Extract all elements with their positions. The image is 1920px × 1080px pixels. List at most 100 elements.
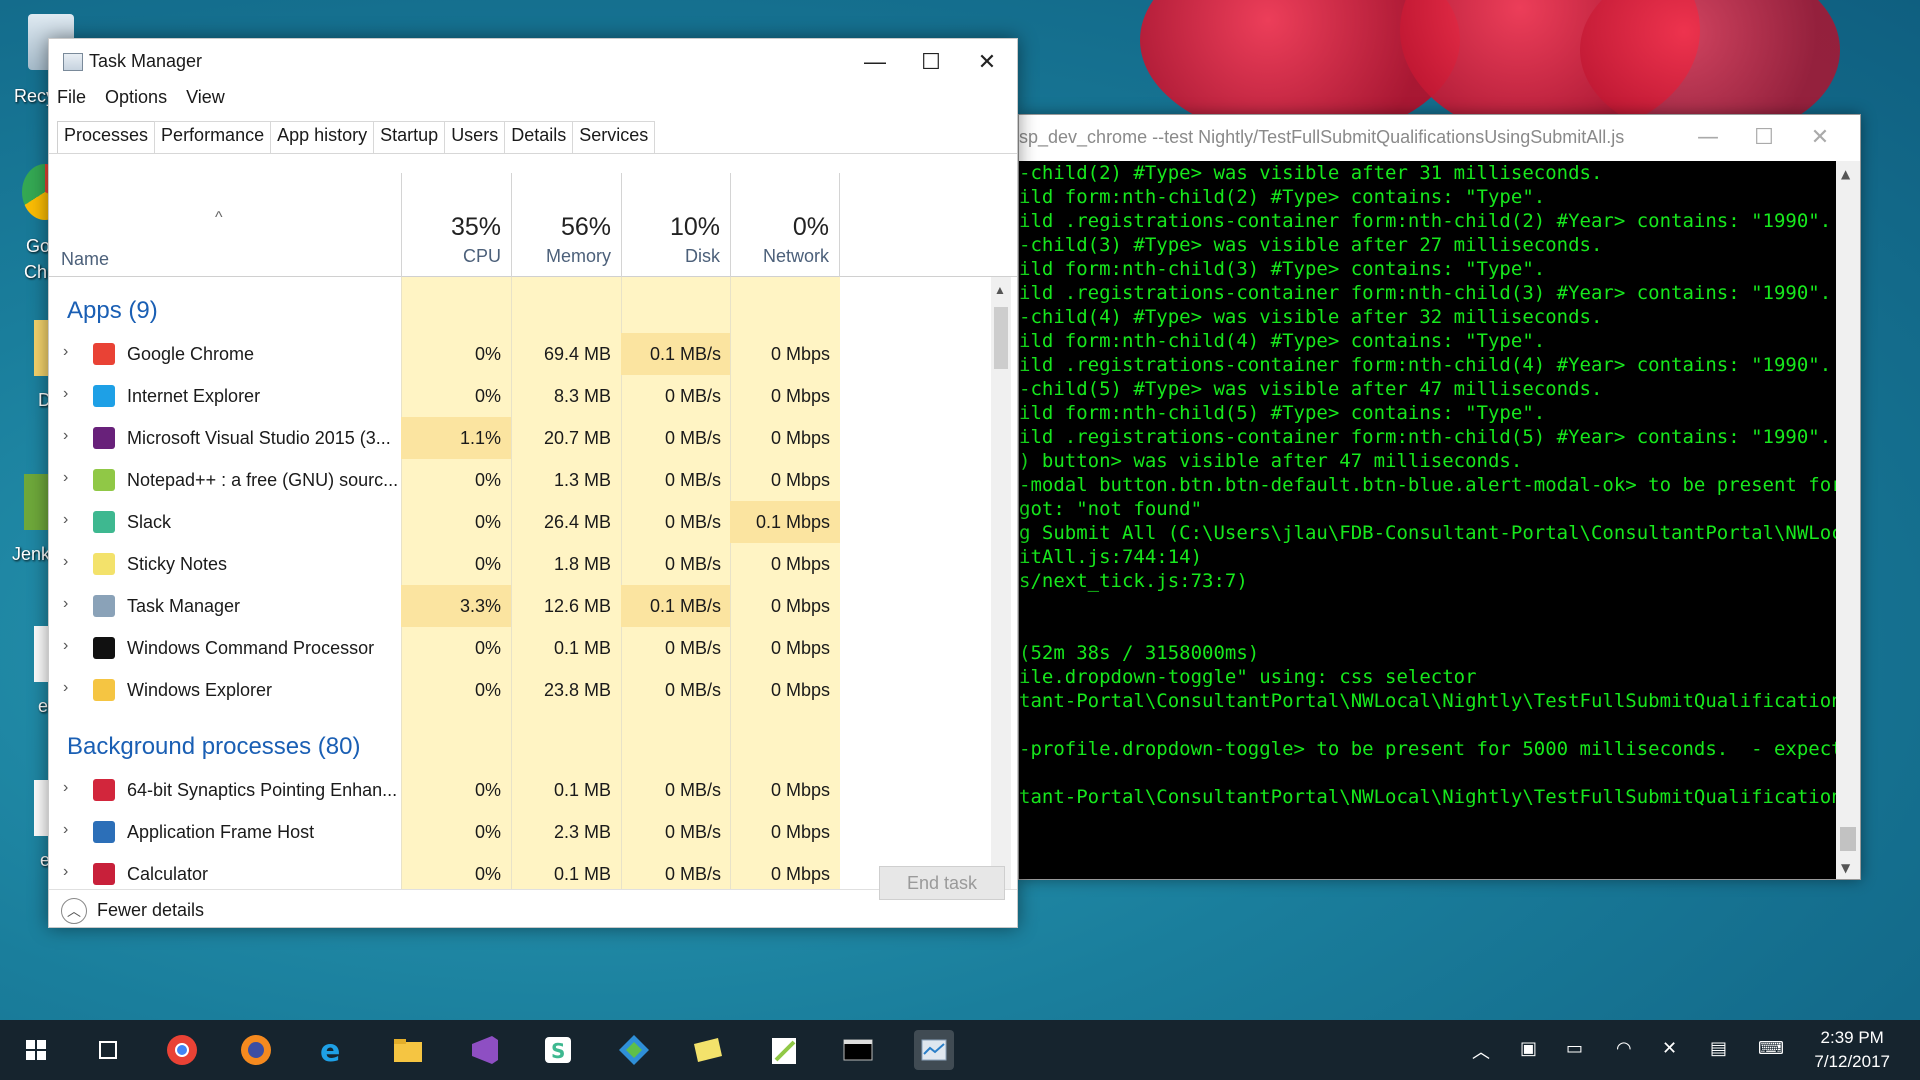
- tab-app-history[interactable]: App history: [270, 121, 375, 153]
- console-scroll-thumb[interactable]: [1840, 827, 1856, 851]
- task-view-button[interactable]: [88, 1030, 128, 1070]
- console-maximize-button[interactable]: ☐: [1736, 121, 1792, 155]
- taskbar-visual-studio[interactable]: [464, 1030, 504, 1070]
- process-memory: 0.1 MB: [553, 864, 611, 884]
- process-row[interactable]: › Microsoft Visual Studio 2015 (3... 1.1% 2…: [49, 417, 1000, 459]
- maximize-button[interactable]: ☐: [903, 45, 959, 79]
- expand-chevron-icon[interactable]: ›: [63, 679, 68, 697]
- console-title: sp_dev_chrome --test Nightly/TestFullSub…: [1019, 127, 1625, 147]
- column-disk[interactable]: 10% Disk: [621, 173, 730, 277]
- process-row[interactable]: › Internet Explorer 0% 8.3 MB 0 MB/s 0 Mbps: [49, 375, 1000, 417]
- taskbar-chrome[interactable]: [162, 1030, 202, 1070]
- disk-percent: 10%: [669, 213, 720, 241]
- expand-chevron-icon[interactable]: ›: [63, 511, 68, 529]
- group-background-header[interactable]: Background processes (80): [67, 733, 360, 761]
- scroll-up-icon[interactable]: ▲: [994, 283, 1006, 297]
- chrome-icon: [93, 343, 115, 365]
- process-row[interactable]: › Calculator 0% 0.1 MB 0 MB/s 0 Mbps: [49, 853, 1000, 889]
- expand-chevron-icon[interactable]: ›: [63, 469, 68, 487]
- process-row[interactable]: › Task Manager 3.3% 12.6 MB 0.1 MB/s 0 Mbps: [49, 585, 1000, 627]
- taskbar-task-manager[interactable]: [914, 1030, 954, 1070]
- close-button[interactable]: ✕: [959, 45, 1015, 79]
- expand-chevron-icon[interactable]: ›: [63, 863, 68, 881]
- menu-view[interactable]: View: [186, 87, 225, 107]
- battery-icon[interactable]: ▭: [1566, 1038, 1583, 1059]
- console-line: -child(4) #Type> was visible after 32 mi…: [1019, 306, 1603, 328]
- taskbar-notepadpp[interactable]: [764, 1030, 804, 1070]
- expand-chevron-icon[interactable]: ›: [63, 343, 68, 361]
- menu-options[interactable]: Options: [105, 87, 167, 107]
- expand-chevron-icon[interactable]: ›: [63, 427, 68, 445]
- process-name: Sticky Notes: [127, 554, 228, 574]
- taskbar-sourcetree[interactable]: [614, 1030, 654, 1070]
- keyboard-icon[interactable]: ⌨: [1758, 1038, 1784, 1059]
- column-name[interactable]: Name: [61, 249, 109, 270]
- wifi-icon[interactable]: ◠: [1616, 1038, 1632, 1059]
- expand-chevron-icon[interactable]: ›: [63, 821, 68, 839]
- process-row[interactable]: › 64-bit Synaptics Pointing Enhan... 0% 0.1…: [49, 769, 1000, 811]
- volume-muted-icon[interactable]: ✕: [1662, 1038, 1677, 1059]
- process-row[interactable]: › Slack 0% 26.4 MB 0 MB/s 0.1 Mbps: [49, 501, 1000, 543]
- tab-processes[interactable]: Processes: [57, 121, 156, 153]
- minimize-button[interactable]: —: [847, 45, 903, 79]
- taskbar-sticky-notes[interactable]: [688, 1030, 728, 1070]
- tab-users[interactable]: Users: [444, 121, 506, 153]
- synaptics-icon: [93, 779, 115, 801]
- notification-icon[interactable]: ▤: [1710, 1038, 1727, 1059]
- task-manager-window[interactable]: Task Manager — ☐ ✕ File Options View Pro…: [48, 38, 1018, 928]
- system-clock[interactable]: 2:39 PM 7/12/2017: [1814, 1026, 1890, 1074]
- process-list[interactable]: Apps (9) Background processes (80) › Goog…: [49, 277, 1000, 889]
- console-scroll-down-icon[interactable]: ▼: [1841, 861, 1850, 875]
- console-output[interactable]: -child(2) #Type> was visible after 31 mi…: [1019, 161, 1837, 879]
- process-row[interactable]: › Windows Command Processor 0% 0.1 MB 0 MB/s…: [49, 627, 1000, 669]
- expand-chevron-icon[interactable]: ›: [63, 595, 68, 613]
- fewer-details-button[interactable]: ︿ Fewer details: [61, 898, 204, 924]
- process-row[interactable]: › Application Frame Host 0% 2.3 MB 0 MB/s 0 M…: [49, 811, 1000, 853]
- taskbar-ie[interactable]: e: [312, 1030, 352, 1070]
- console-scrollbar[interactable]: ▲ ▼: [1836, 161, 1860, 879]
- taskbar-file-explorer[interactable]: [388, 1030, 428, 1070]
- tab-services[interactable]: Services: [572, 121, 656, 153]
- group-apps-header[interactable]: Apps (9): [67, 297, 158, 325]
- console-window[interactable]: sp_dev_chrome --test Nightly/TestFullSub…: [1018, 114, 1861, 880]
- column-header: ^ Name 35% CPU 56% Memory 10% Disk 0% Ne…: [49, 173, 1017, 277]
- monitor-icon[interactable]: ▣: [1520, 1038, 1537, 1059]
- taskbar-slack[interactable]: S: [538, 1030, 578, 1070]
- column-cpu[interactable]: 35% CPU: [401, 173, 511, 277]
- process-row[interactable]: › Google Chrome 0% 69.4 MB 0.1 MB/s 0 Mbps: [49, 333, 1000, 375]
- column-network[interactable]: 0% Network: [730, 173, 840, 277]
- sort-up-icon[interactable]: ^: [215, 209, 223, 227]
- start-button[interactable]: [16, 1030, 56, 1070]
- windows-logo-icon: [26, 1040, 46, 1060]
- end-task-button[interactable]: End task: [879, 866, 1005, 900]
- console-scroll-up-icon[interactable]: ▲: [1841, 167, 1850, 181]
- column-memory[interactable]: 56% Memory: [511, 173, 621, 277]
- tab-details[interactable]: Details: [504, 121, 574, 153]
- process-list-scrollbar[interactable]: ▲ ▼: [991, 277, 1011, 889]
- console-title-bar[interactable]: sp_dev_chrome --test Nightly/TestFullSub…: [1019, 115, 1860, 161]
- expand-chevron-icon[interactable]: ›: [63, 385, 68, 403]
- slack-icon: S: [545, 1037, 571, 1063]
- process-row[interactable]: › Notepad++ : a free (GNU) sourc... 0% 1.3 …: [49, 459, 1000, 501]
- app-frame-icon: [93, 821, 115, 843]
- scroll-thumb[interactable]: [994, 307, 1008, 369]
- console-line: -profile.dropdown-toggle> to be present …: [1019, 738, 1837, 760]
- process-network: 0 Mbps: [770, 638, 830, 658]
- show-hidden-icons-chevron-icon[interactable]: ︿: [1472, 1038, 1490, 1064]
- console-close-button[interactable]: ✕: [1792, 121, 1848, 155]
- console-minimize-button[interactable]: —: [1680, 121, 1736, 155]
- taskbar-firefox[interactable]: [236, 1030, 276, 1070]
- expand-chevron-icon[interactable]: ›: [63, 553, 68, 571]
- tab-startup[interactable]: Startup: [373, 121, 446, 153]
- task-manager-title-bar[interactable]: Task Manager — ☐ ✕: [49, 39, 1017, 85]
- expand-chevron-icon[interactable]: ›: [63, 779, 68, 797]
- menu-file[interactable]: File: [57, 87, 86, 107]
- process-row[interactable]: › Sticky Notes 0% 1.8 MB 0 MB/s 0 Mbps: [49, 543, 1000, 585]
- process-name: Task Manager: [127, 596, 241, 616]
- tab-performance[interactable]: Performance: [154, 121, 272, 153]
- process-row[interactable]: › Windows Explorer 0% 23.8 MB 0 MB/s 0 Mbps: [49, 669, 1000, 711]
- expand-chevron-icon[interactable]: ›: [63, 637, 68, 655]
- process-memory: 1.3 MB: [553, 470, 611, 490]
- taskbar-command-prompt[interactable]: [838, 1030, 878, 1070]
- folder-icon: [93, 679, 115, 701]
